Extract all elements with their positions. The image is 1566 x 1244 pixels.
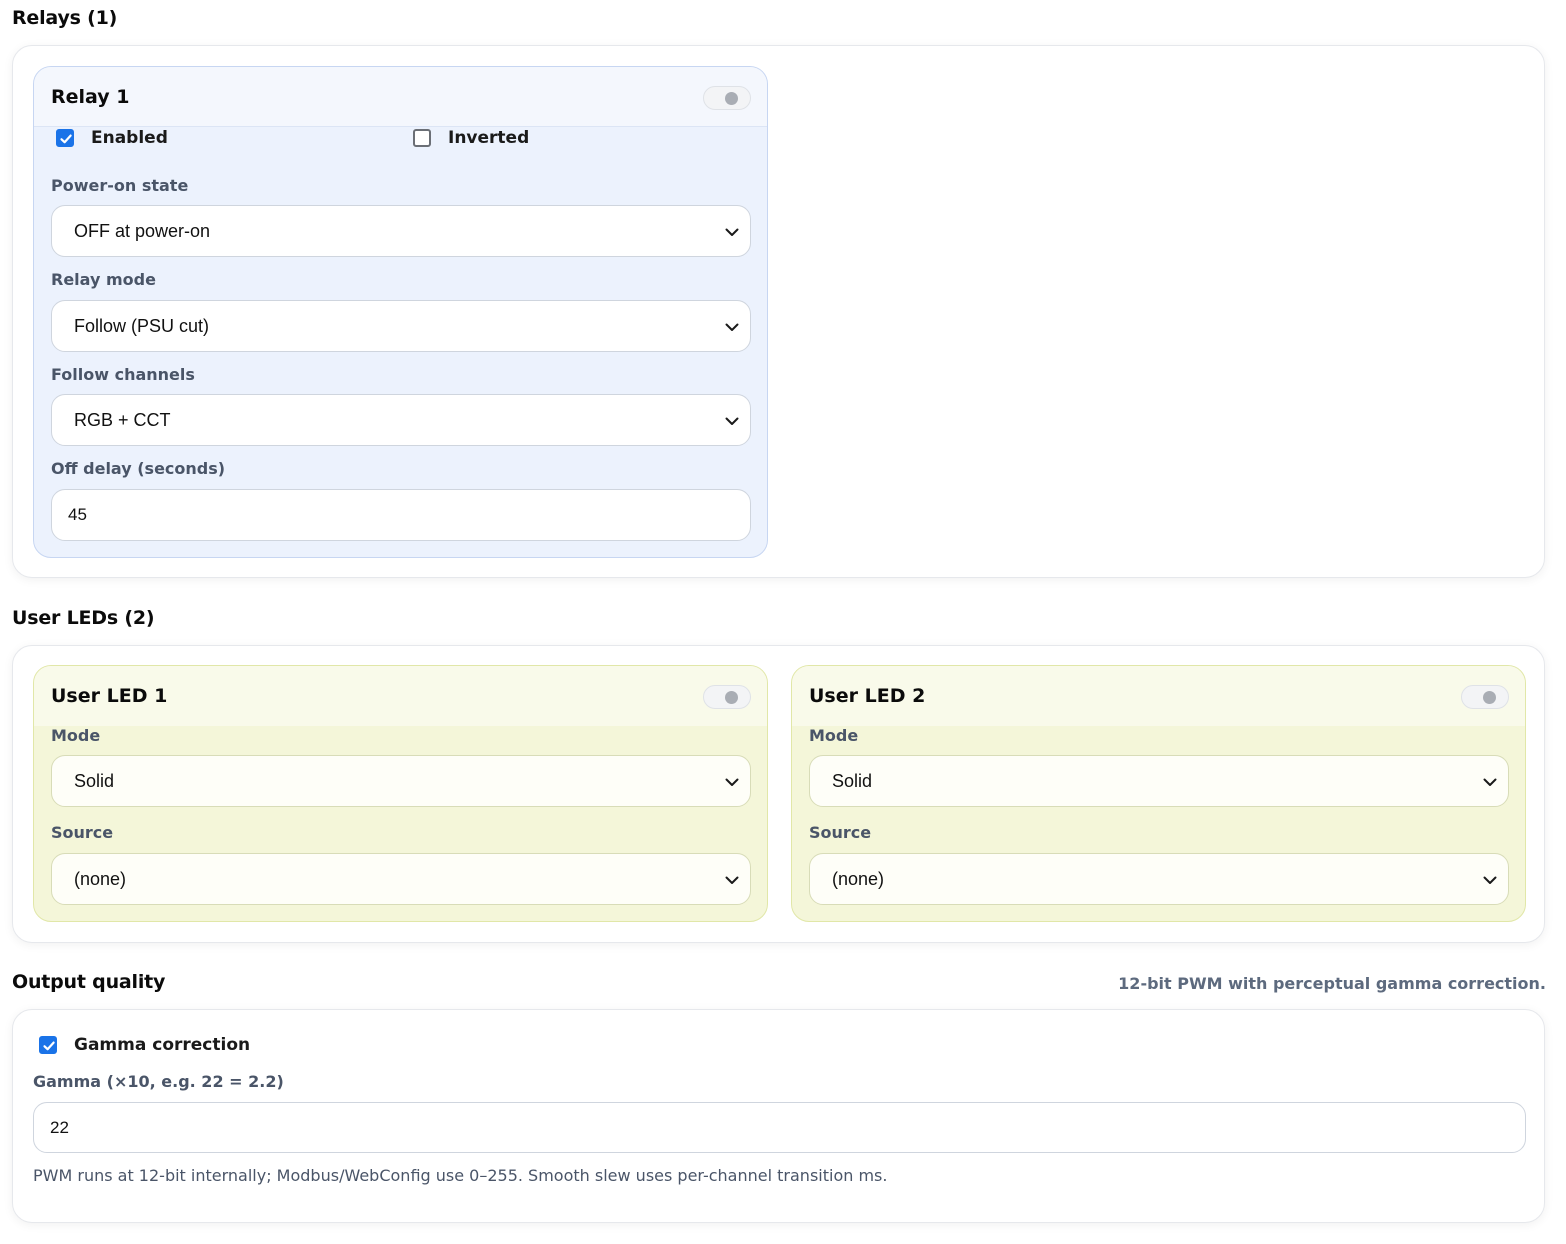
user-leds-section-title: User LEDs (2) — [12, 607, 155, 629]
checkmark-icon — [43, 1041, 55, 1051]
relay-1-title: Relay 1 — [51, 86, 130, 108]
toggle-knob — [725, 691, 738, 704]
user-led-2-source-value: (none) — [832, 869, 885, 889]
follow-channels-label: Follow channels — [51, 365, 195, 384]
power-on-state-label: Power-on state — [51, 176, 189, 195]
gamma-input[interactable]: 22 — [33, 1102, 1526, 1153]
user-led-1-source-select[interactable]: (none) — [51, 853, 751, 905]
relay-1-toggle[interactable] — [703, 86, 751, 110]
enabled-label: Enabled — [91, 128, 168, 148]
user-led-1-source-value: (none) — [74, 869, 127, 889]
user-led-1-toggle[interactable] — [703, 685, 751, 709]
gamma-correction-label: Gamma correction — [74, 1035, 251, 1055]
user-led-2-source-label: Source — [809, 823, 872, 842]
user-led-2-mode-value: Solid — [832, 771, 873, 791]
gamma-correction-checkbox[interactable] — [39, 1036, 57, 1054]
relay-mode-value: Follow (PSU cut) — [74, 316, 210, 336]
follow-channels-select[interactable]: RGB + CCT — [51, 394, 751, 446]
off-delay-value: 45 — [68, 505, 87, 524]
gamma-correction-row[interactable]: Gamma correction — [39, 1034, 339, 1058]
chevron-down-icon — [725, 323, 739, 331]
inverted-checkbox[interactable] — [413, 129, 431, 147]
toggle-knob — [1483, 691, 1496, 704]
output-quality-hint: 12-bit PWM with perceptual gamma correct… — [1118, 974, 1546, 993]
relay-1-enabled-row[interactable]: Enabled — [56, 127, 256, 151]
user-led-1-header: User LED 1 — [34, 666, 767, 726]
off-delay-label: Off delay (seconds) — [51, 459, 226, 478]
pwm-note: PWM runs at 12-bit internally; Modbus/We… — [33, 1166, 888, 1185]
toggle-knob — [725, 92, 738, 105]
user-led-1-title: User LED 1 — [51, 685, 168, 707]
user-led-2-mode-select[interactable]: Solid — [809, 755, 1509, 807]
relay-1-inverted-row[interactable]: Inverted — [413, 127, 613, 151]
user-led-2-toggle[interactable] — [1461, 685, 1509, 709]
user-led-1-card: User LED 1 Mode Solid Source (none) — [33, 665, 768, 922]
chevron-down-icon — [725, 876, 739, 884]
enabled-checkbox[interactable] — [56, 129, 74, 147]
follow-channels-value: RGB + CCT — [74, 410, 171, 430]
relays-panel: Relay 1 Enabled Inverted Power-on state … — [12, 45, 1545, 578]
relays-section-title: Relays (1) — [12, 7, 118, 29]
gamma-label: Gamma (×10, e.g. 22 = 2.2) — [33, 1072, 284, 1091]
checkmark-icon — [60, 134, 72, 144]
power-on-state-value: OFF at power-on — [74, 221, 211, 241]
output-quality-section-title: Output quality — [12, 971, 166, 993]
settings-page: Relays (1) Relay 1 Enabled Inverted Powe… — [0, 0, 1566, 1244]
user-led-1-mode-label: Mode — [51, 726, 101, 745]
user-led-2-header: User LED 2 — [792, 666, 1525, 726]
user-led-1-mode-value: Solid — [74, 771, 115, 791]
user-led-2-card: User LED 2 Mode Solid Source (none) — [791, 665, 1526, 922]
user-led-2-source-select[interactable]: (none) — [809, 853, 1509, 905]
gamma-value: 22 — [50, 1118, 69, 1137]
relay-mode-select[interactable]: Follow (PSU cut) — [51, 300, 751, 352]
off-delay-input[interactable]: 45 — [51, 489, 751, 541]
user-led-2-mode-label: Mode — [809, 726, 859, 745]
chevron-down-icon — [725, 778, 739, 786]
chevron-down-icon — [725, 417, 739, 425]
user-leds-panel: User LED 1 Mode Solid Source (none) User… — [12, 645, 1545, 943]
user-led-1-mode-select[interactable]: Solid — [51, 755, 751, 807]
power-on-state-select[interactable]: OFF at power-on — [51, 205, 751, 257]
user-led-1-source-label: Source — [51, 823, 114, 842]
output-quality-panel: Gamma correction Gamma (×10, e.g. 22 = 2… — [12, 1009, 1545, 1223]
inverted-label: Inverted — [448, 128, 530, 148]
relay-mode-label: Relay mode — [51, 270, 156, 289]
chevron-down-icon — [725, 228, 739, 236]
chevron-down-icon — [1483, 876, 1497, 884]
relay-1-card: Relay 1 Enabled Inverted Power-on state … — [33, 66, 768, 558]
relay-1-header: Relay 1 — [34, 67, 767, 127]
user-led-2-title: User LED 2 — [809, 685, 926, 707]
chevron-down-icon — [1483, 778, 1497, 786]
